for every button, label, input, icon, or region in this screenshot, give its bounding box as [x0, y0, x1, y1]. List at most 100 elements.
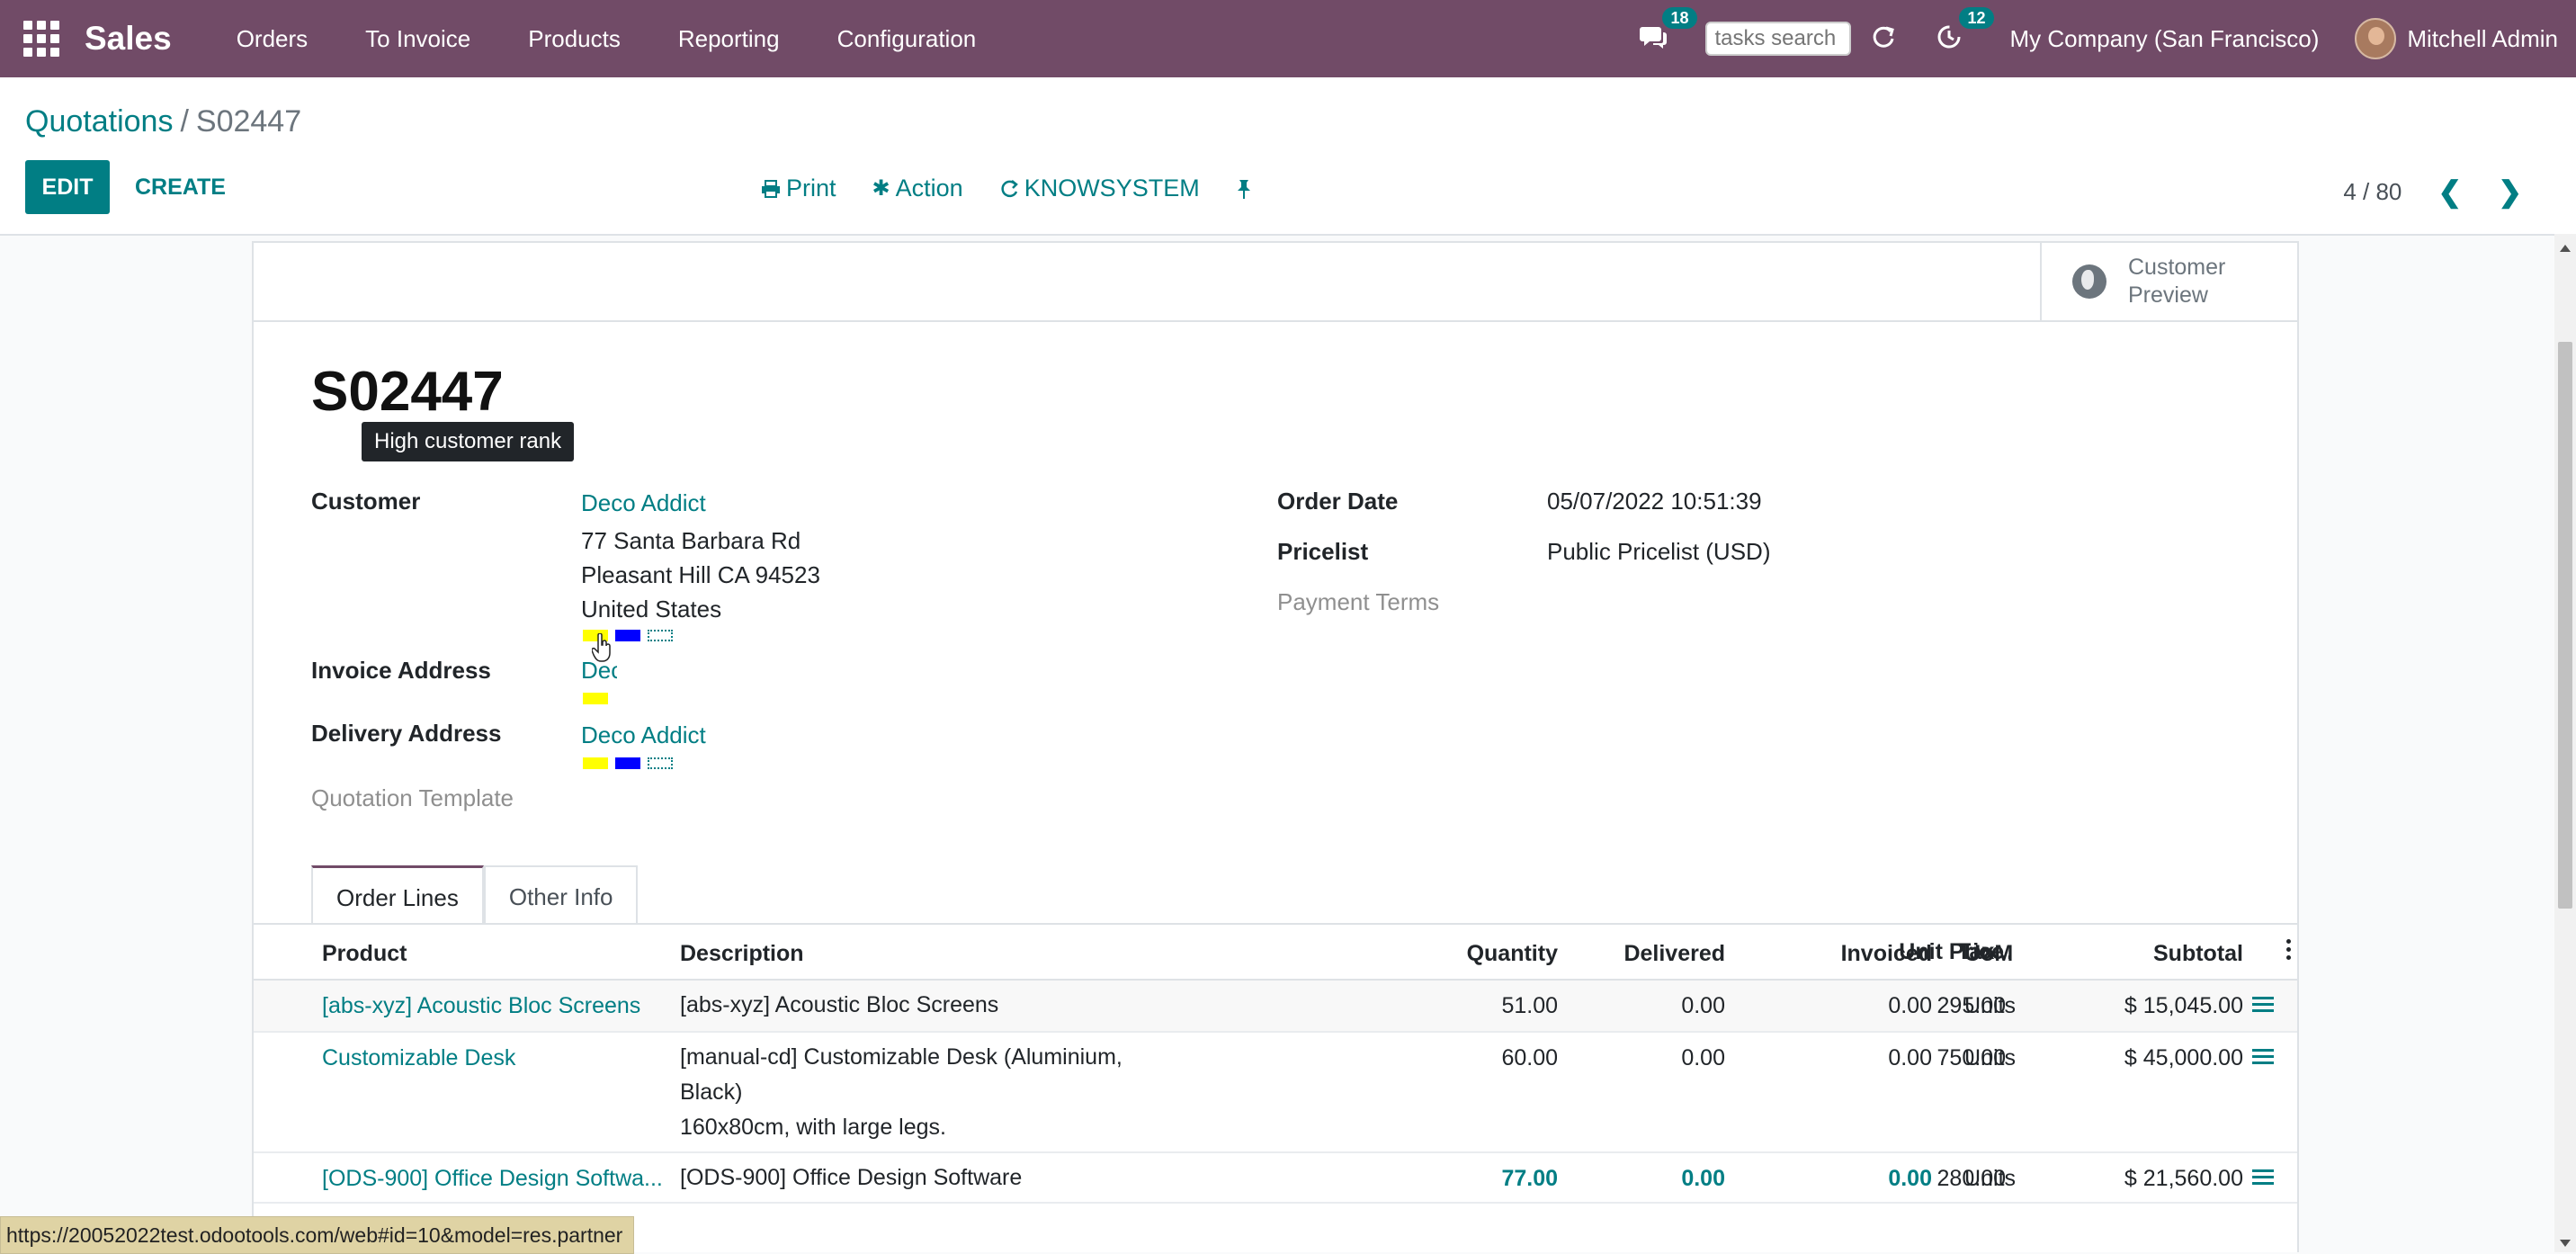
order-title: S02447: [311, 361, 504, 423]
pager-value[interactable]: 4 / 80: [2343, 178, 2402, 206]
menu-products[interactable]: Products: [528, 25, 621, 53]
delivered-cell: 0.00: [1681, 993, 1725, 1018]
customer-link[interactable]: Deco Addict: [581, 489, 706, 517]
quantity-cell: 60.00: [1501, 1045, 1558, 1070]
delivered-cell: 0.00: [1681, 1045, 1725, 1070]
description-line: [ODS-900] Office Design Software: [680, 1165, 1023, 1190]
refresh-icon: [1874, 26, 1895, 48]
order-date-value: 05/07/2022 10:51:39: [1547, 488, 1762, 515]
unit-price-cell: 280.00: [1936, 1166, 2006, 1191]
detail-list-icon[interactable]: [2252, 1169, 2274, 1187]
delivery-address-link[interactable]: Deco Addict: [581, 721, 706, 749]
breadcrumb-quotations[interactable]: Quotations: [25, 104, 173, 139]
customer-preview-button[interactable]: Customer Preview: [2040, 243, 2297, 320]
menu-configuration[interactable]: Configuration: [837, 25, 977, 53]
invoice-rank-tags: [583, 693, 615, 704]
delivered-cell: 0.00: [1681, 1166, 1725, 1191]
delivery-rank-tags: [583, 757, 680, 769]
product-link[interactable]: Customizable Desk: [322, 1045, 515, 1071]
pin-icon: [1237, 179, 1250, 199]
navbar-systray: 18 12 My Company (San Francisco) Mitchel…: [1619, 0, 2576, 77]
customer-preview-label: Customer Preview: [2128, 255, 2226, 308]
description-line: [manual-cd] Customizable Desk (Aluminium…: [680, 1044, 1123, 1070]
tab-order-lines[interactable]: Order Lines: [311, 865, 484, 925]
customer-address-line1: 77 Santa Barbara Rd: [581, 527, 801, 554]
table-row[interactable]: [ODS-900] Office Design Softwa... [ODS-90…: [254, 1153, 2297, 1204]
globe-icon: [2072, 264, 2106, 299]
subtotal-cell: $ 15,045.00: [2124, 993, 2243, 1018]
pricelist-value: Public Pricelist (USD): [1547, 538, 1771, 565]
breadcrumb-current: S02447: [195, 104, 302, 139]
subtotal-cell: $ 45,000.00: [2124, 1045, 2243, 1070]
user-avatar[interactable]: [2355, 18, 2397, 59]
menu-orders[interactable]: Orders: [237, 25, 308, 53]
description-cell: [ODS-900] Office Design Software: [680, 1160, 1022, 1196]
top-navbar: Sales Orders To Invoice Products Reporti…: [0, 0, 2576, 77]
action-button[interactable]: ✱ Action: [872, 175, 963, 202]
col-description[interactable]: Description: [680, 941, 804, 967]
delivery-address-label: Delivery Address: [311, 720, 502, 747]
activities-button[interactable]: 12: [1936, 6, 1994, 55]
knowsystem-button[interactable]: KNOWSYSTEM: [999, 175, 1200, 202]
description-cell: [abs-xyz] Acoustic Bloc Screens: [680, 988, 998, 1023]
action-bar: Print ✱ Action KNOWSYSTEM: [761, 175, 1288, 202]
product-link[interactable]: [abs-xyz] Acoustic Bloc Screens: [322, 993, 640, 1019]
invoice-address-label: Invoice Address: [311, 657, 491, 684]
invoiced-cell: 0.00: [1888, 1045, 1932, 1070]
description-line: Black): [680, 1079, 743, 1105]
activities-count-badge: 12: [1959, 6, 1994, 29]
rank-tag-yellow[interactable]: [583, 757, 608, 769]
knowsystem-icon: [1001, 179, 1018, 197]
rank-tag-empty[interactable]: [648, 630, 673, 641]
create-button[interactable]: CREATE: [135, 160, 226, 214]
form-button-box: Customer Preview: [254, 243, 2297, 322]
knowsystem-label: KNOWSYSTEM: [1024, 175, 1200, 202]
breadcrumb-separator: /: [180, 104, 189, 139]
print-button[interactable]: Print: [761, 175, 836, 202]
scroll-thumb[interactable]: [2558, 342, 2572, 909]
quotation-template-label: Quotation Template: [311, 784, 514, 811]
rank-tag-blue[interactable]: [615, 630, 640, 641]
product-link[interactable]: [ODS-900] Office Design Softwa...: [322, 1166, 663, 1192]
optional-columns-icon[interactable]: [2286, 939, 2292, 963]
menu-to-invoice[interactable]: To Invoice: [365, 25, 470, 53]
tasks-search-input[interactable]: [1705, 22, 1852, 56]
app-brand[interactable]: Sales: [85, 20, 172, 58]
detail-list-icon[interactable]: [2252, 997, 2274, 1015]
col-uom[interactable]: UoM: [1964, 941, 2013, 967]
pin-button[interactable]: [1236, 178, 1252, 200]
description-line: [abs-xyz] Acoustic Bloc Screens: [680, 992, 999, 1017]
customer-address-line2: Pleasant Hill CA 94523: [581, 561, 820, 588]
rank-tag-empty[interactable]: [648, 757, 673, 769]
user-menu[interactable]: Mitchell Admin: [2407, 25, 2558, 53]
form-sheet: Customer Preview S02447 Customer Deco Ad…: [252, 241, 2299, 1252]
print-icon: [762, 179, 780, 198]
chevron-right-icon[interactable]: ❯: [2498, 175, 2522, 209]
col-product[interactable]: Product: [322, 941, 407, 967]
chevron-left-icon[interactable]: ❮: [2437, 175, 2462, 209]
table-row[interactable]: Customizable Desk [manual-cd] Customizabl…: [254, 1033, 2297, 1153]
company-switcher[interactable]: My Company (San Francisco): [2009, 25, 2319, 53]
notebook-tabs: Order Lines Other Info: [311, 865, 639, 925]
pager: 4 / 80 ❮ ❯: [2343, 175, 2522, 209]
subtotal-cell: $ 21,560.00: [2124, 1166, 2243, 1191]
messages-button[interactable]: 18: [1639, 6, 1697, 55]
menu-reporting[interactable]: Reporting: [678, 25, 780, 53]
table-row[interactable]: [abs-xyz] Acoustic Bloc Screens [abs-xyz]…: [254, 981, 2297, 1033]
edit-button[interactable]: EDIT: [25, 160, 110, 214]
rank-tag-blue[interactable]: [615, 757, 640, 769]
tab-other-info[interactable]: Other Info: [483, 865, 639, 925]
col-invoiced[interactable]: Invoiced: [1841, 941, 1932, 967]
apps-menu-icon[interactable]: [23, 21, 59, 57]
col-quantity[interactable]: Quantity: [1467, 941, 1558, 967]
col-subtotal[interactable]: Subtotal: [2153, 941, 2243, 967]
col-delivered[interactable]: Delivered: [1623, 941, 1725, 967]
scroll-up-icon[interactable]: [2560, 245, 2571, 252]
refresh-button[interactable]: [1871, 24, 1896, 54]
detail-list-icon[interactable]: [2252, 1049, 2274, 1067]
rank-tag-yellow[interactable]: [583, 693, 608, 704]
page-scrollbar[interactable]: [2554, 234, 2576, 1252]
quantity-cell: 51.00: [1501, 993, 1558, 1018]
scroll-down-icon[interactable]: [2560, 1240, 2571, 1247]
invoiced-cell: 0.00: [1888, 993, 1932, 1018]
